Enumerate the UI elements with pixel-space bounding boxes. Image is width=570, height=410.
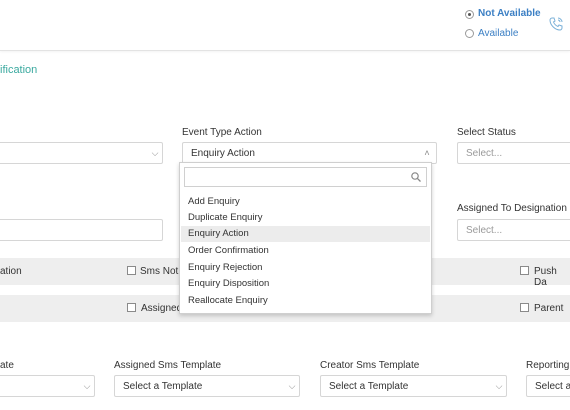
sms-notification-label: Sms Noti [140, 266, 181, 277]
phone-call-icon[interactable] [548, 16, 564, 32]
parent-checkbox[interactable] [520, 303, 529, 312]
not-available-label[interactable]: Not Available [478, 8, 541, 19]
event-type-action-select[interactable]: Enquiry Action ˄ [182, 142, 437, 164]
sms-notification-checkbox[interactable] [127, 266, 136, 275]
assigned-sms-template-select[interactable]: Select a Template ⌵ [114, 375, 300, 397]
left-select-row1[interactable]: ⌵ [0, 142, 163, 164]
dropdown-item-order-confirmation[interactable]: Order Confirmation [181, 243, 430, 259]
creator-sms-template-label: Creator Sms Template [320, 360, 420, 371]
left-template-select[interactable]: ⌵ [0, 375, 95, 397]
dropdown-item-enquiry-action[interactable]: Enquiry Action [181, 226, 430, 242]
chevron-up-icon: ˄ [424, 148, 430, 158]
push-checkbox[interactable] [520, 266, 529, 275]
dropdown-item-enquiry-disposition[interactable]: Enquiry Disposition [181, 276, 430, 292]
assigned-checkbox[interactable] [127, 303, 136, 312]
assigned-sms-template-label: Assigned Sms Template [114, 360, 222, 371]
dropdown-item-reallocate-enquiry[interactable]: Reallocate Enquiry [181, 293, 430, 309]
chevron-down-icon: ⌵ [495, 381, 503, 391]
select-status-select[interactable]: Select... [457, 142, 570, 164]
dropdown-item-add-enquiry[interactable]: Add Enquiry [181, 194, 430, 210]
push-label: Push Da [534, 266, 557, 288]
assigned-label: Assigned [141, 303, 183, 314]
parent-label: Parent [534, 303, 564, 314]
event-type-action-value: Enquiry Action [191, 148, 255, 159]
reporting-select[interactable]: Select a [526, 375, 570, 397]
event-type-action-label: Event Type Action [182, 127, 262, 138]
search-icon [410, 171, 422, 183]
assigned-sms-template-value: Select a Template [123, 381, 203, 392]
chevron-down-icon: ⌵ [83, 381, 91, 391]
select-status-label: Select Status [457, 127, 516, 138]
left-template-label: ate [0, 360, 14, 371]
dropdown-item-enquiry-rejection[interactable]: Enquiry Rejection [181, 260, 430, 276]
assigned-to-designation-label: Assigned To Designation [457, 203, 567, 214]
dropdown-search-input[interactable] [184, 167, 427, 187]
select-status-placeholder: Select... [466, 148, 503, 159]
available-radio[interactable] [465, 29, 474, 38]
assigned-to-designation-select[interactable]: Select... [457, 219, 570, 241]
chevron-down-icon: ⌵ [288, 381, 296, 391]
creator-sms-template-select[interactable]: Select a Template ⌵ [320, 375, 507, 397]
event-type-action-dropdown: Add Enquiry Duplicate Enquiry Enquiry Ac… [179, 162, 432, 314]
left-input-row2[interactable] [0, 219, 163, 241]
not-available-radio[interactable] [465, 10, 474, 19]
reporting-label: Reporting [526, 360, 570, 371]
dropdown-item-duplicate-enquiry[interactable]: Duplicate Enquiry [181, 210, 430, 226]
chevron-down-icon: ⌵ [151, 148, 159, 158]
reporting-value: Select a [535, 381, 570, 392]
assigned-to-designation-placeholder: Select... [466, 225, 503, 236]
available-label[interactable]: Available [478, 28, 518, 39]
band1-left-label: ation [0, 266, 22, 277]
section-title: ification [0, 64, 38, 76]
creator-sms-template-value: Select a Template [329, 381, 409, 392]
